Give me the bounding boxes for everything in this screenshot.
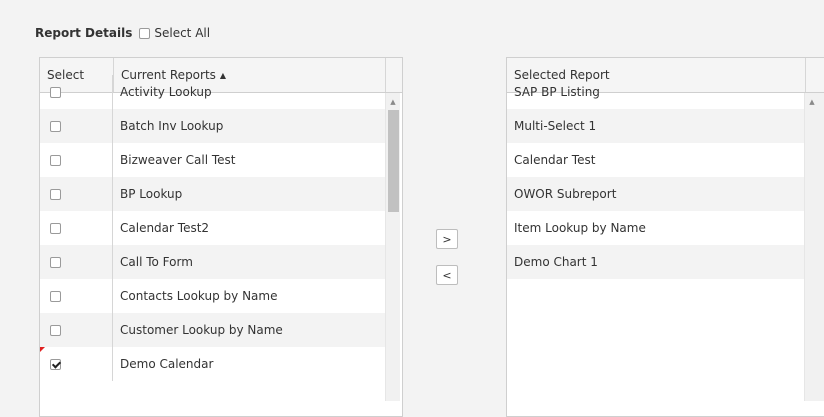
row-select-cell[interactable] xyxy=(40,211,113,245)
remove-from-selected-button[interactable]: < xyxy=(436,265,458,285)
selected-report-name: Item Lookup by Name xyxy=(514,221,646,235)
row-checkbox[interactable] xyxy=(50,256,61,268)
scroll-up-icon[interactable]: ▲ xyxy=(386,93,400,110)
selected-report-name: Calendar Test xyxy=(514,153,596,167)
selected-reports-list: SAP BP Listing Multi-Select 1 Calendar Tes… xyxy=(507,75,804,279)
row-checkbox[interactable] xyxy=(50,154,61,166)
table-row[interactable]: SAP BP Listing xyxy=(507,75,804,109)
table-row[interactable]: Customer Lookup by Name xyxy=(40,313,386,347)
changed-marker xyxy=(40,347,45,352)
selected-report-name: OWOR Subreport xyxy=(514,187,617,201)
row-select-cell[interactable] xyxy=(40,177,113,211)
table-row[interactable]: OWOR Subreport xyxy=(507,177,804,211)
current-reports-list: Activity Lookup Batch Inv Lookup Bizweaver… xyxy=(40,75,386,381)
current-reports-scrollbar[interactable]: ▲ xyxy=(385,93,400,401)
selected-report-name: Multi-Select 1 xyxy=(514,119,597,133)
table-row[interactable]: Multi-Select 1 xyxy=(507,109,804,143)
report-details-header: Report Details Select All xyxy=(35,25,210,41)
add-to-selected-button[interactable]: > xyxy=(436,229,458,249)
report-name: Calendar Test2 xyxy=(120,221,210,235)
row-select-cell[interactable] xyxy=(40,279,113,313)
row-checkbox[interactable] xyxy=(50,120,61,132)
report-name: Contacts Lookup by Name xyxy=(120,289,278,303)
table-row[interactable]: Contacts Lookup by Name xyxy=(40,279,386,313)
selected-reports-scrollbar[interactable]: ▲ xyxy=(804,93,824,401)
table-row[interactable]: Calendar Test xyxy=(507,143,804,177)
table-row[interactable]: Calendar Test2 xyxy=(40,211,386,245)
row-select-cell[interactable] xyxy=(40,75,113,109)
row-checkbox[interactable] xyxy=(50,324,61,336)
selected-report-name: SAP BP Listing xyxy=(514,85,600,99)
report-name: Batch Inv Lookup xyxy=(120,119,224,133)
row-checkbox[interactable] xyxy=(50,86,61,98)
select-all-label: Select All xyxy=(154,26,211,40)
scroll-thumb[interactable] xyxy=(388,110,399,212)
table-row[interactable]: Demo Calendar xyxy=(40,347,386,381)
row-checkbox[interactable] xyxy=(50,358,61,370)
select-all-control[interactable]: Select All xyxy=(139,26,210,40)
row-select-cell[interactable] xyxy=(40,109,113,143)
select-all-checkbox[interactable] xyxy=(139,27,151,39)
table-row[interactable]: Bizweaver Call Test xyxy=(40,143,386,177)
row-checkbox[interactable] xyxy=(50,290,61,302)
table-row[interactable]: Activity Lookup xyxy=(40,75,386,109)
row-checkbox[interactable] xyxy=(50,188,61,200)
row-select-cell[interactable] xyxy=(40,245,113,279)
report-name: Activity Lookup xyxy=(120,85,212,99)
table-row[interactable]: Item Lookup by Name xyxy=(507,211,804,245)
report-name: Call To Form xyxy=(120,255,193,269)
table-row[interactable]: Demo Chart 1 xyxy=(507,245,804,279)
table-row[interactable]: BP Lookup xyxy=(40,177,386,211)
row-select-cell[interactable] xyxy=(40,143,113,177)
report-name: Bizweaver Call Test xyxy=(120,153,236,167)
scroll-up-icon[interactable]: ▲ xyxy=(805,93,819,110)
row-select-cell[interactable] xyxy=(40,313,113,347)
selected-report-name: Demo Chart 1 xyxy=(514,255,598,269)
report-name: BP Lookup xyxy=(120,187,183,201)
table-row[interactable]: Call To Form xyxy=(40,245,386,279)
report-details-title: Report Details xyxy=(35,26,133,40)
report-name: Customer Lookup by Name xyxy=(120,323,283,337)
table-row[interactable]: Batch Inv Lookup xyxy=(40,109,386,143)
row-checkbox[interactable] xyxy=(50,222,61,234)
row-select-cell[interactable] xyxy=(40,347,113,381)
report-name: Demo Calendar xyxy=(120,357,214,371)
